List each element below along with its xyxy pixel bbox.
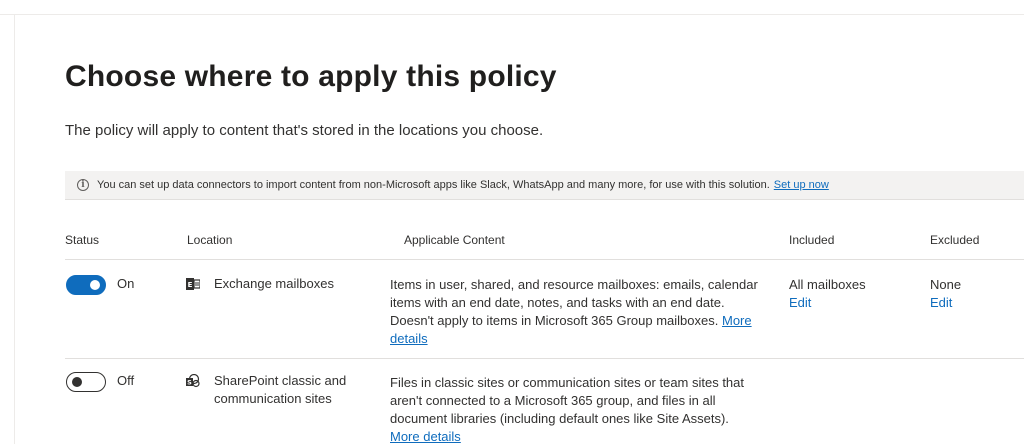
exchange-excluded-cell: None Edit: [930, 276, 961, 312]
exchange-included-cell: All mailboxes Edit: [789, 276, 866, 312]
set-up-now-link[interactable]: Set up now: [774, 179, 829, 191]
sharepoint-location-name: SharePoint classic and communication sit…: [214, 373, 347, 406]
exchange-status-label: On: [117, 276, 135, 291]
svg-text:E: E: [188, 281, 193, 289]
toggle-knob: [90, 280, 100, 290]
sharepoint-status-label: Off: [117, 373, 135, 388]
exchange-included-edit-link[interactable]: Edit: [789, 294, 866, 312]
exchange-excluded-value: None: [930, 277, 962, 292]
sharepoint-more-details-link[interactable]: More details: [390, 429, 461, 444]
toggle-knob: [72, 377, 82, 387]
exchange-icon: E: [186, 277, 200, 291]
exchange-content-text: Items in user, shared, and resource mail…: [390, 277, 758, 328]
sharepoint-applicable-content: Files in classic sites or communication …: [390, 374, 762, 444]
sharepoint-content-text: Files in classic sites or communication …: [390, 375, 745, 426]
exchange-location-name: Exchange mailboxes: [214, 276, 334, 291]
exchange-excluded-edit-link[interactable]: Edit: [930, 294, 961, 312]
header-excluded[interactable]: Excluded: [930, 233, 979, 247]
row-divider: [65, 358, 1024, 359]
header-divider: [65, 259, 1024, 260]
exchange-included-value: All mailboxes: [789, 277, 866, 292]
header-location[interactable]: Location: [187, 233, 232, 247]
info-icon: i: [77, 179, 89, 191]
exchange-applicable-content: Items in user, shared, and resource mail…: [390, 276, 762, 348]
info-bar-text: You can set up data connectors to import…: [97, 179, 770, 191]
policy-locations-page: Choose where to apply this policy The po…: [0, 0, 1024, 444]
top-divider: [0, 14, 1024, 15]
left-divider: [14, 15, 15, 444]
exchange-status-toggle[interactable]: [66, 275, 106, 295]
header-applicable-content[interactable]: Applicable Content: [404, 233, 505, 247]
page-subtitle: The policy will apply to content that's …: [65, 122, 544, 139]
sharepoint-status-toggle[interactable]: [66, 372, 106, 392]
header-included[interactable]: Included: [789, 233, 834, 247]
page-title: Choose where to apply this policy: [65, 60, 557, 93]
info-bar: i You can set up data connectors to impo…: [65, 171, 1024, 200]
sharepoint-icon: S: [186, 374, 200, 388]
header-status[interactable]: Status: [65, 233, 99, 247]
svg-text:S: S: [187, 379, 192, 387]
